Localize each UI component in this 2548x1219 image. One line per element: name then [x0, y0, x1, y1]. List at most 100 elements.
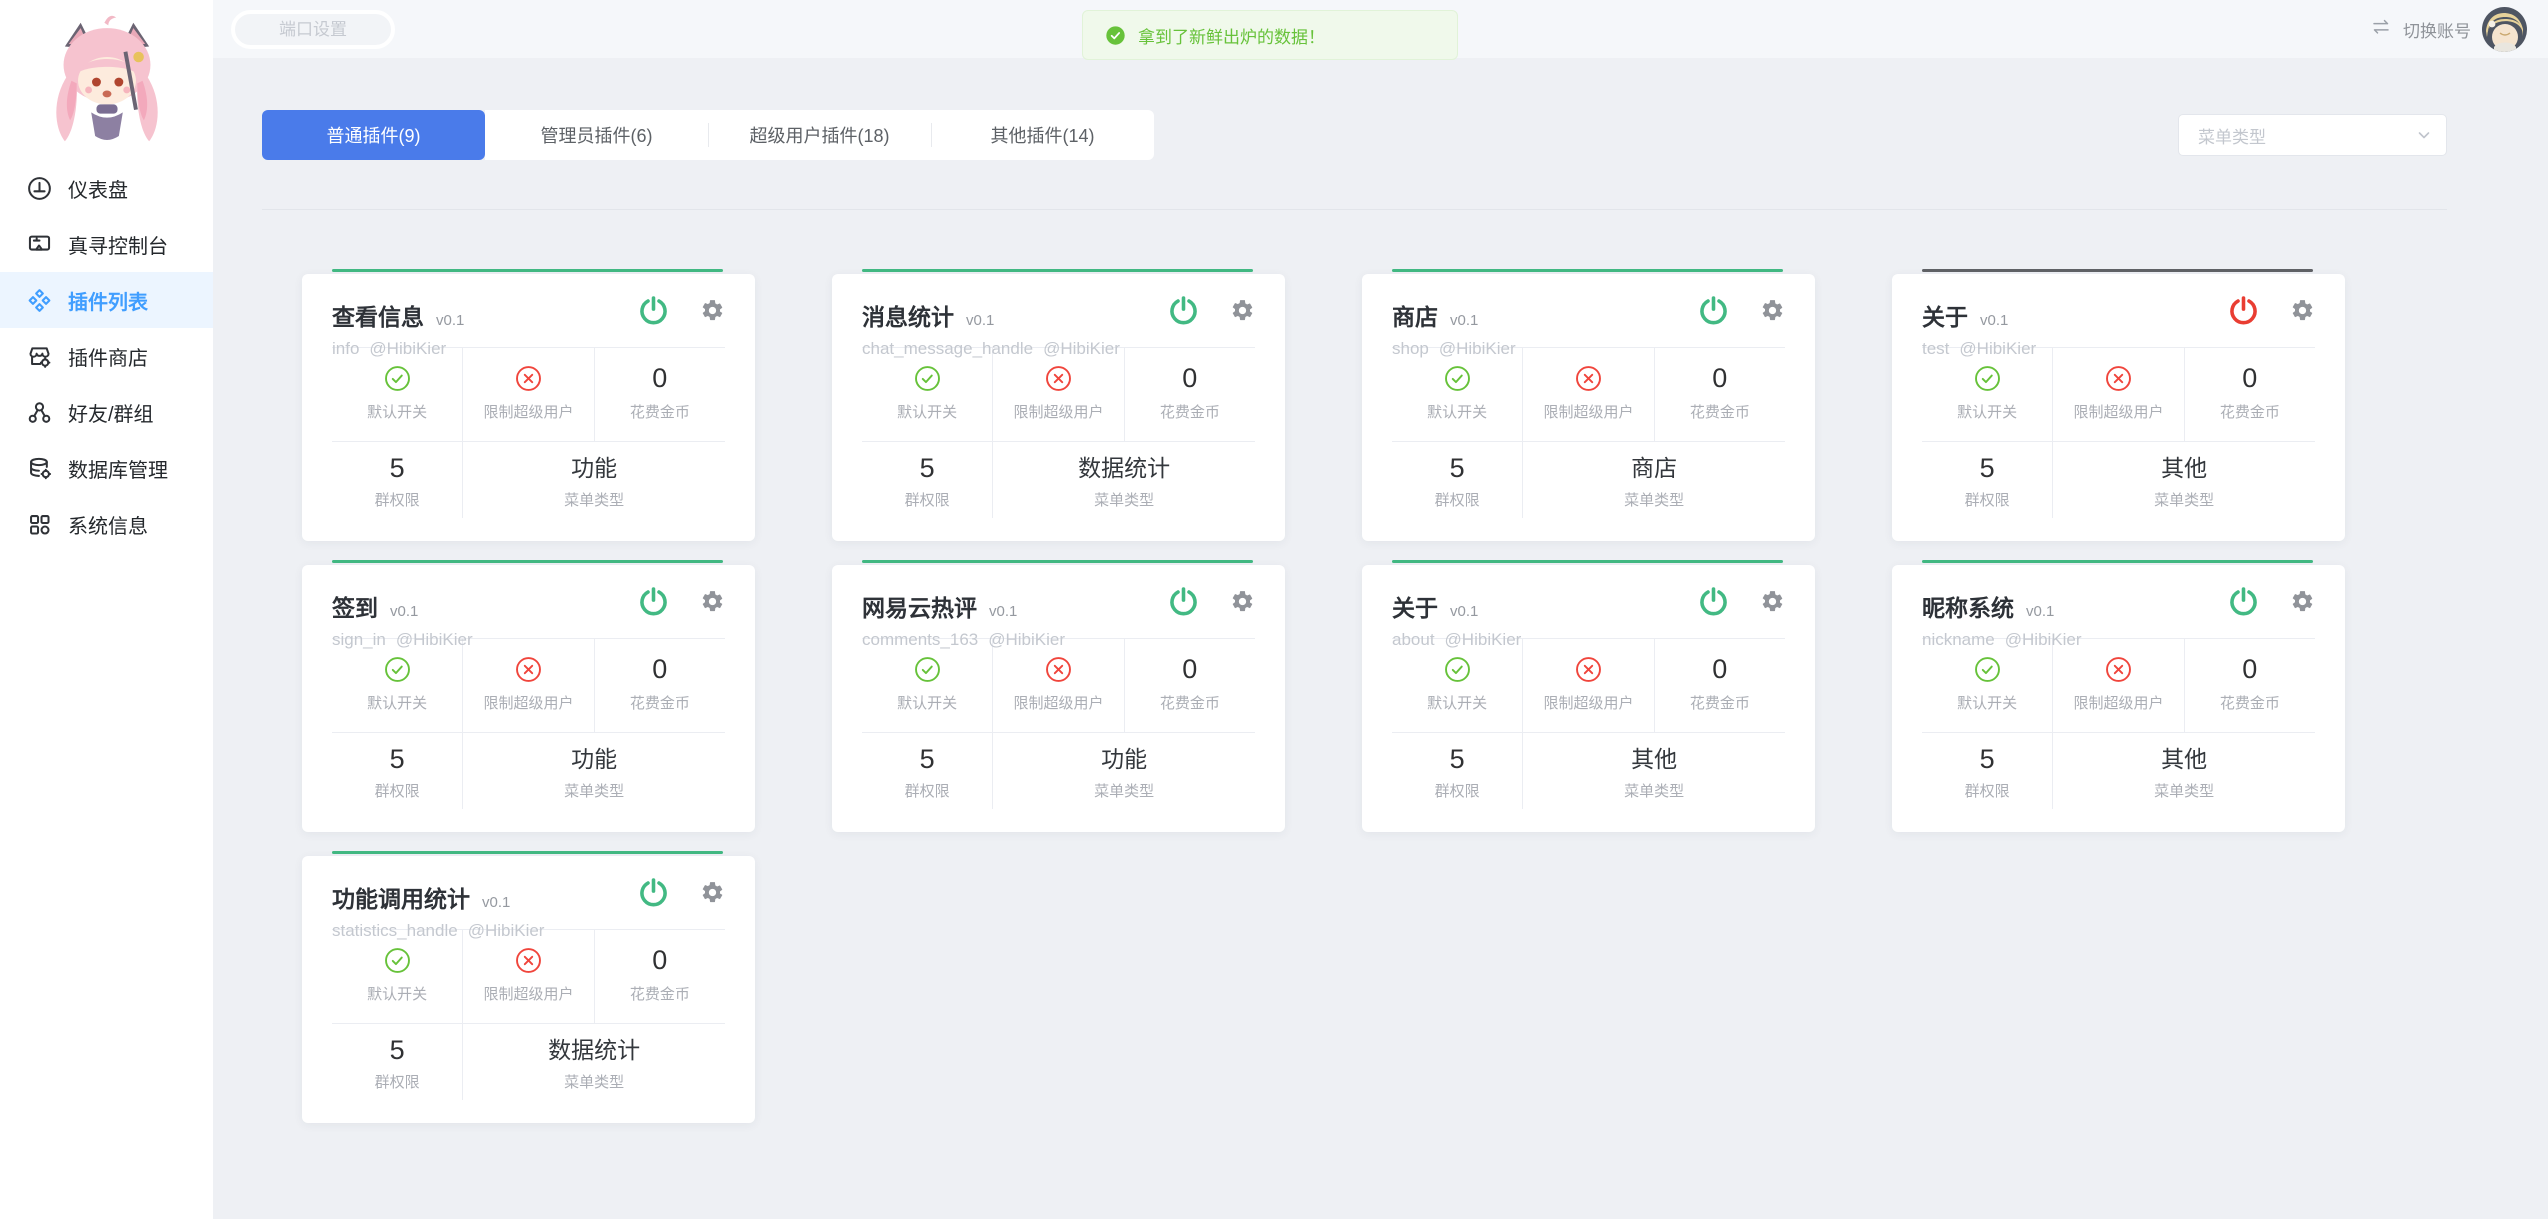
- stat-value: 其他: [2161, 746, 2207, 773]
- plugin-module: nickname: [1922, 630, 1995, 650]
- filter-row: 普通插件(9) 管理员插件(6) 超级用户插件(18) 其他插件(14) 菜单类…: [262, 110, 2548, 160]
- settings-gear-icon[interactable]: [700, 589, 725, 614]
- stat-label: 花费金币: [2220, 692, 2280, 713]
- stat-label: 群权限: [905, 780, 950, 801]
- settings-gear-icon[interactable]: [1760, 589, 1785, 614]
- settings-gear-icon[interactable]: [2290, 298, 2315, 323]
- x-circle-icon: [1575, 656, 1602, 683]
- plugin-author: @HibiKier: [396, 630, 473, 650]
- plugin-module: statistics_handle: [332, 921, 458, 941]
- port-settings-input[interactable]: [231, 10, 395, 49]
- check-circle-icon: [384, 365, 411, 392]
- stat-default-switch: 默认开关: [332, 639, 463, 732]
- plugin-module: test: [1922, 339, 1949, 359]
- plugin-version: v0.1: [989, 603, 1017, 620]
- stat-label: 群权限: [1435, 489, 1480, 510]
- stat-label: 菜单类型: [1094, 489, 1154, 510]
- stat-cost-gold: 0 花费金币: [1125, 639, 1255, 732]
- plugin-author: @HibiKier: [1439, 339, 1516, 359]
- stat-label: 群权限: [905, 489, 950, 510]
- power-toggle-icon[interactable]: [1167, 585, 1200, 618]
- stat-label: 菜单类型: [1624, 489, 1684, 510]
- settings-gear-icon[interactable]: [1230, 589, 1255, 614]
- plugin-status-line: [862, 269, 1253, 272]
- plugin-stats: 默认开关 限制超级用户 0 花费金币 5: [862, 639, 1255, 809]
- stat-label: 限制超级用户: [483, 983, 573, 1004]
- plugin-card-header: 功能调用统计v0.1 statistics_handle @HibiKier: [332, 856, 725, 930]
- sidebar-item-database[interactable]: 数据库管理: [0, 440, 213, 496]
- power-toggle-icon[interactable]: [1167, 294, 1200, 327]
- settings-gear-icon[interactable]: [1760, 298, 1785, 323]
- sidebar-item-console[interactable]: 真寻控制台: [0, 216, 213, 272]
- settings-gear-icon[interactable]: [700, 298, 725, 323]
- plugin-card: 签到v0.1 sign_in @HibiKier: [302, 560, 755, 832]
- app-root: 仪表盘 真寻控制台 插件列表 插件商店 好友/群组 数据库管理: [0, 0, 2548, 1219]
- sidebar-item-plugin-list[interactable]: 插件列表: [0, 272, 213, 328]
- plugin-stats: 默认开关 限制超级用户 0 花费金币 5: [1922, 639, 2315, 809]
- stat-value: 商店: [1631, 455, 1677, 482]
- plugin-stats: 默认开关 限制超级用户 0 花费金币 5: [1392, 348, 1785, 518]
- power-toggle-icon[interactable]: [2227, 585, 2260, 618]
- settings-gear-icon[interactable]: [1230, 298, 1255, 323]
- plugin-stats: 默认开关 限制超级用户 0 花费金币 5: [332, 639, 725, 809]
- tab-admin-plugins[interactable]: 管理员插件(6): [485, 110, 708, 160]
- tab-normal-plugins[interactable]: 普通插件(9): [262, 110, 485, 160]
- plugin-version: v0.1: [390, 603, 418, 620]
- plugin-status-line: [1392, 269, 1783, 272]
- stat-limit-superuser: 限制超级用户: [1523, 348, 1654, 441]
- plugin-card-header: 签到v0.1 sign_in @HibiKier: [332, 565, 725, 639]
- check-circle-icon: [1974, 656, 2001, 683]
- power-toggle-icon[interactable]: [637, 585, 670, 618]
- main-area: 切换账号 拿到了新鲜出炉的数据！: [213, 0, 2548, 1219]
- system-icon: [26, 511, 53, 538]
- stat-label: 菜单类型: [1624, 780, 1684, 801]
- stat-limit-superuser: 限制超级用户: [993, 639, 1124, 732]
- tab-superuser-plugins[interactable]: 超级用户插件(18): [708, 110, 931, 160]
- console-icon: [26, 231, 53, 258]
- stat-value: 功能: [1101, 746, 1147, 773]
- power-toggle-icon[interactable]: [637, 294, 670, 327]
- stat-label: 群权限: [1965, 489, 2010, 510]
- stat-value: 5: [920, 455, 935, 482]
- plugin-status-line: [1392, 560, 1783, 563]
- stat-group-level: 5 群权限: [332, 1024, 463, 1100]
- stat-menu-type: 功能 菜单类型: [463, 733, 725, 809]
- success-check-icon: [1105, 25, 1126, 46]
- stat-label: 花费金币: [1690, 692, 1750, 713]
- user-avatar[interactable]: [2482, 7, 2527, 52]
- plugin-title: 消息统计: [862, 304, 954, 330]
- switch-account-label[interactable]: 切换账号: [2403, 17, 2471, 42]
- stat-menu-type: 其他 菜单类型: [2053, 442, 2315, 518]
- settings-gear-icon[interactable]: [2290, 589, 2315, 614]
- sidebar-item-system-info[interactable]: 系统信息: [0, 496, 213, 552]
- stat-label: 默认开关: [1427, 401, 1487, 422]
- plugin-card: 消息统计v0.1 chat_message_handle @HibiKier: [832, 269, 1285, 541]
- stat-label: 默认开关: [367, 983, 427, 1004]
- plugin-card: 关于v0.1 test @HibiKier: [1892, 269, 2345, 541]
- stat-cost-gold: 0 花费金币: [595, 639, 725, 732]
- plugin-card-header: 网易云热评v0.1 comments_163 @HibiKier: [862, 565, 1255, 639]
- sidebar-nav: 仪表盘 真寻控制台 插件列表 插件商店 好友/群组 数据库管理: [0, 160, 213, 552]
- sidebar-item-dashboard[interactable]: 仪表盘: [0, 160, 213, 216]
- stat-label: 限制超级用户: [1543, 692, 1633, 713]
- stat-label: 默认开关: [897, 401, 957, 422]
- stat-value: 0: [652, 656, 667, 683]
- sidebar-item-plugin-store[interactable]: 插件商店: [0, 328, 213, 384]
- check-circle-icon: [384, 947, 411, 974]
- stat-label: 限制超级用户: [1013, 401, 1103, 422]
- stat-cost-gold: 0 花费金币: [595, 930, 725, 1023]
- settings-gear-icon[interactable]: [700, 880, 725, 905]
- stat-label: 默认开关: [367, 401, 427, 422]
- plugin-author: @HibiKier: [988, 630, 1065, 650]
- tab-other-plugins[interactable]: 其他插件(14): [931, 110, 1154, 160]
- database-icon: [26, 455, 53, 482]
- plugin-version: v0.1: [1450, 312, 1478, 329]
- power-toggle-icon[interactable]: [2227, 294, 2260, 327]
- power-toggle-icon[interactable]: [1697, 585, 1730, 618]
- bot-avatar-illustration: [28, 12, 186, 160]
- sidebar-item-friends-groups[interactable]: 好友/群组: [0, 384, 213, 440]
- power-toggle-icon[interactable]: [1697, 294, 1730, 327]
- power-toggle-icon[interactable]: [637, 876, 670, 909]
- plugin-module: info: [332, 339, 359, 359]
- menu-type-select[interactable]: 菜单类型: [2178, 114, 2447, 156]
